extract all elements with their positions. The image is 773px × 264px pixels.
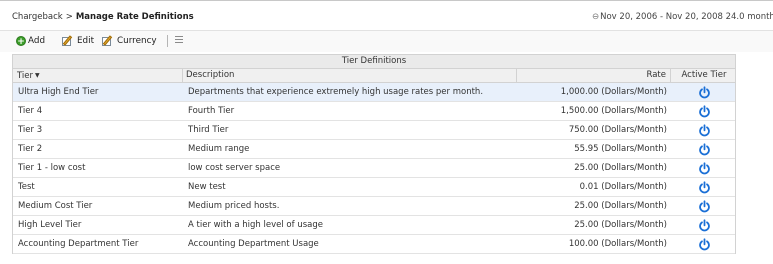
cell-description: Fourth Tier [188, 106, 235, 116]
breadcrumb-separator: > [65, 12, 73, 22]
column-header-rate[interactable]: Rate [517, 69, 671, 82]
table-row[interactable]: Test New test 0.01 (Dollars/Month) [13, 178, 735, 197]
table-row[interactable]: Tier 4 Fourth Tier 1,500.00 (Dollars/Month… [13, 102, 735, 121]
table-row[interactable]: Tier 3 Third Tier 750.00 (Dollars/Month) [13, 121, 735, 140]
page-title: Manage Rate Definitions [75, 12, 194, 22]
cell-tier: Accounting Department Tier [18, 239, 139, 249]
cell-tier: Tier 1 - low cost [18, 163, 86, 173]
date-range-icon: ⊖ [592, 12, 600, 22]
cell-active-tier [671, 159, 737, 177]
cell-tier: Ultra High End Tier [18, 87, 99, 97]
tier-definitions-table: Tier Definitions Tier ▼ Description Rate … [12, 54, 736, 254]
cell-description: Accounting Department Usage [188, 239, 319, 249]
cell-description: New test [188, 182, 226, 192]
table-row[interactable]: Tier 2 Medium range 55.95 (Dollars/Month) [13, 140, 735, 159]
power-icon[interactable] [698, 105, 711, 118]
column-header-tier-label: Tier [17, 71, 34, 81]
power-icon[interactable] [698, 181, 711, 194]
add-button[interactable]: + Add [16, 34, 45, 48]
cell-rate: 25.00 (Dollars/Month) [574, 201, 667, 211]
cell-tier: Tier 2 [18, 144, 43, 154]
table-column-headers: Tier ▼ Description Rate Active Tier [12, 69, 736, 83]
cell-description: low cost server space [188, 163, 281, 173]
table-row[interactable]: Tier 1 - low cost low cost server space 25… [13, 159, 735, 178]
cell-rate: 55.95 (Dollars/Month) [574, 144, 667, 154]
column-chooser-icon[interactable] [175, 36, 183, 45]
cell-active-tier [671, 216, 737, 234]
toolbar: + Add Edit Currency [0, 30, 773, 52]
currency-label: Currency [117, 36, 157, 46]
cell-rate: 25.00 (Dollars/Month) [574, 163, 667, 173]
currency-icon [102, 35, 115, 47]
power-icon[interactable] [698, 238, 711, 251]
power-icon[interactable] [698, 162, 711, 175]
column-header-active-tier[interactable]: Active Tier [671, 69, 737, 82]
cell-rate: 1,500.00 (Dollars/Month) [560, 106, 667, 116]
table-group-header: Tier Definitions [12, 54, 736, 69]
cell-tier: Tier 3 [18, 125, 43, 135]
cell-tier: Test [18, 182, 35, 192]
power-icon[interactable] [698, 219, 711, 232]
page-header: Chargeback > Manage Rate Definitions ⊖Nov … [0, 1, 773, 29]
edit-label: Edit [77, 36, 95, 46]
power-icon[interactable] [698, 124, 711, 137]
cell-active-tier [671, 197, 737, 215]
toolbar-separator [167, 35, 168, 47]
cell-active-tier [671, 140, 737, 158]
column-header-description[interactable]: Description [183, 69, 517, 82]
table-body: Ultra High End Tier Departments that expe… [12, 83, 736, 254]
date-range-label: Nov 20, 2006 - Nov 20, 2008 24.0 months [600, 12, 773, 22]
cell-description: A tier with a high level of usage [188, 220, 323, 230]
cell-description: Medium range [188, 144, 250, 154]
table-row[interactable]: High Level Tier A tier with a high level … [13, 216, 735, 235]
cell-description: Third Tier [188, 125, 229, 135]
cell-active-tier [671, 102, 737, 120]
cell-tier: Tier 4 [18, 106, 43, 116]
cell-description: Medium priced hosts. [188, 201, 280, 211]
cell-active-tier [671, 121, 737, 139]
edit-icon [62, 35, 75, 47]
cell-rate: 25.00 (Dollars/Month) [574, 220, 667, 230]
cell-active-tier [671, 178, 737, 196]
power-icon[interactable] [698, 86, 711, 99]
power-icon[interactable] [698, 200, 711, 213]
column-header-tier[interactable]: Tier ▼ [13, 69, 183, 82]
cell-active-tier [671, 83, 737, 101]
breadcrumb-parent-link[interactable]: Chargeback [12, 12, 63, 22]
power-icon[interactable] [698, 143, 711, 156]
cell-rate: 1,000.00 (Dollars/Month) [560, 87, 667, 97]
cell-active-tier [671, 235, 737, 253]
table-row[interactable]: Accounting Department Tier Accounting Dep… [13, 235, 735, 254]
add-icon: + [16, 36, 26, 47]
edit-button[interactable]: Edit [62, 34, 94, 48]
cell-description: Departments that experience extremely hi… [188, 87, 484, 97]
currency-button[interactable]: Currency [102, 34, 157, 48]
cell-rate: 750.00 (Dollars/Month) [568, 125, 667, 135]
cell-rate: 0.01 (Dollars/Month) [579, 182, 667, 192]
table-row[interactable]: Ultra High End Tier Departments that expe… [13, 83, 735, 102]
sort-descending-icon: ▼ [35, 72, 40, 79]
breadcrumb: Chargeback > Manage Rate Definitions [12, 12, 194, 22]
add-label: Add [28, 36, 46, 46]
cell-tier: Medium Cost Tier [18, 201, 93, 211]
cell-tier: High Level Tier [18, 220, 82, 230]
date-range[interactable]: ⊖Nov 20, 2006 - Nov 20, 2008 24.0 months [592, 12, 773, 22]
table-row[interactable]: Medium Cost Tier Medium priced hosts. 25.0… [13, 197, 735, 216]
cell-rate: 100.00 (Dollars/Month) [568, 239, 667, 249]
